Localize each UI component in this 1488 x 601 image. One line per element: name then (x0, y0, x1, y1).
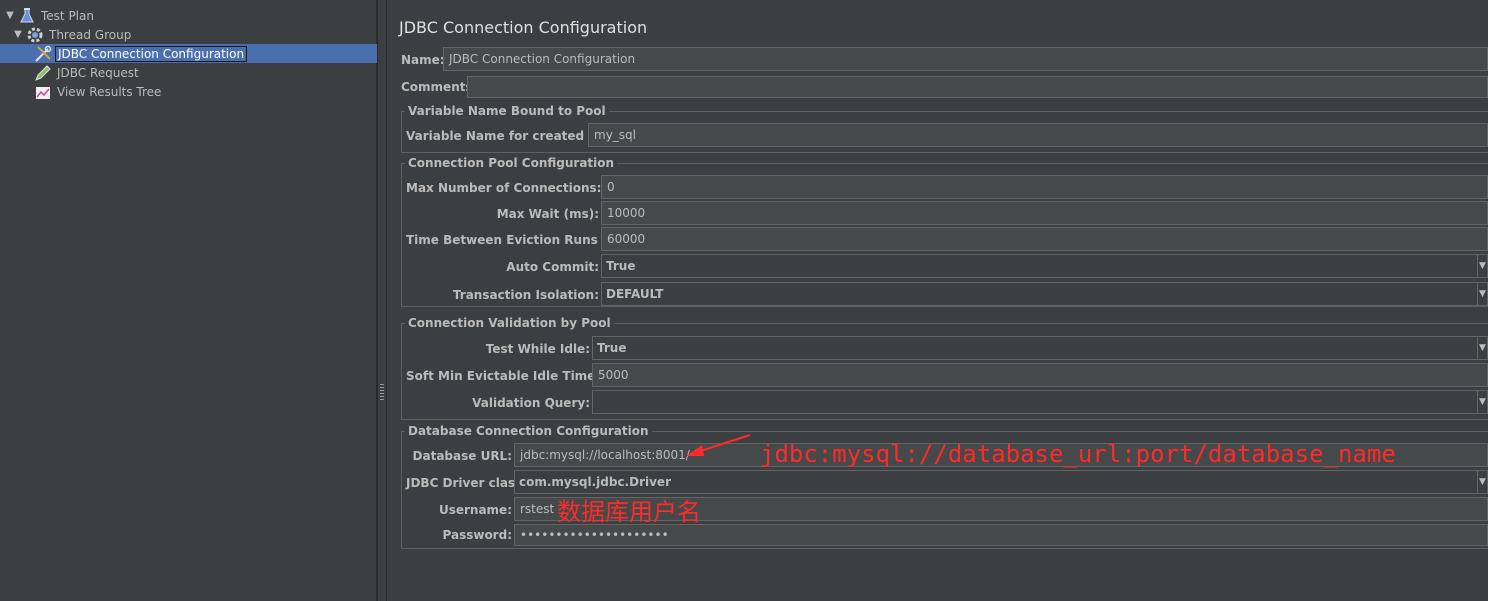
url-format-annotation: jdbc:mysql://database_url:port/database_… (760, 440, 1396, 468)
tree-item-label: Test Plan (41, 8, 94, 23)
connection-pool-group-title: Connection Pool Configuration (405, 156, 618, 170)
max-wait-label: Max Wait (ms): (496, 207, 599, 221)
jdbc-driver-class-label: JDBC Driver class: (406, 476, 528, 490)
validation-query-select[interactable]: ▼ (592, 390, 1488, 414)
tree-item-label: View Results Tree (57, 84, 162, 99)
max-connections-field[interactable]: 0 (601, 175, 1488, 199)
splitter-grip-icon[interactable] (380, 384, 384, 400)
tree-item-label: JDBC Request (57, 65, 139, 80)
soft-min-evictable-label: Soft Min Evictable Idle Time(ms): (406, 369, 631, 383)
test-plan-tree: ▼ Test Plan ▼ Thread Group JDBC Connecti… (0, 0, 377, 601)
panel-splitter[interactable] (377, 0, 387, 601)
name-label: Name: (401, 53, 445, 67)
chevron-down-icon[interactable]: ▼ (1477, 283, 1487, 305)
comments-field[interactable] (467, 76, 1488, 98)
auto-commit-value: True (606, 259, 636, 273)
tree-item-thread-group[interactable]: ▼ Thread Group (12, 25, 133, 44)
config-panel: JDBC Connection Configuration Name: JDBC… (388, 0, 1488, 601)
tree-item-label: JDBC Connection Configuration (55, 45, 248, 62)
eviction-runs-label: Time Between Eviction Runs (ms): (406, 233, 638, 247)
chevron-down-icon[interactable]: ▼ (1477, 391, 1487, 413)
test-while-idle-value: True (597, 341, 627, 355)
validation-query-label: Validation Query: (472, 396, 590, 410)
wrench-icon (34, 45, 52, 63)
tree-item-jdbc-request[interactable]: JDBC Request (34, 63, 141, 82)
jdbc-driver-class-select[interactable]: com.mysql.jdbc.Driver ▼ (514, 470, 1488, 494)
tree-item-label: Thread Group (49, 27, 132, 42)
soft-min-evictable-field[interactable]: 5000 (592, 363, 1488, 387)
transaction-isolation-value: DEFAULT (606, 287, 664, 301)
database-connection-group-title: Database Connection Configuration (405, 424, 652, 438)
transaction-isolation-select[interactable]: DEFAULT ▼ (601, 282, 1488, 306)
name-field[interactable]: JDBC Connection Configuration (443, 47, 1488, 71)
jdbc-driver-class-value: com.mysql.jdbc.Driver (519, 475, 671, 489)
variable-name-field[interactable]: my_sql (588, 123, 1488, 147)
tree-item-jdbc-connection-configuration[interactable]: JDBC Connection Configuration (34, 44, 248, 63)
username-label: Username: (438, 503, 512, 517)
gear-icon (26, 26, 44, 44)
test-while-idle-select[interactable]: True ▼ (592, 336, 1488, 360)
max-wait-field[interactable]: 10000 (601, 201, 1488, 225)
annotation-arrow-icon (686, 434, 751, 456)
transaction-isolation-label: Transaction Isolation: (452, 288, 599, 302)
chevron-down-icon[interactable]: ▼ (1477, 255, 1487, 277)
comments-label: Comments: (401, 80, 478, 94)
test-while-idle-label: Test While Idle: (485, 342, 590, 356)
connection-validation-group-title: Connection Validation by Pool (405, 316, 614, 330)
expand-arrow-icon[interactable]: ▼ (12, 29, 24, 40)
chart-icon (34, 83, 52, 101)
tree-item-test-plan[interactable]: ▼ Test Plan (4, 6, 96, 25)
expand-arrow-icon[interactable]: ▼ (4, 10, 16, 21)
eviction-runs-field[interactable]: 60000 (601, 227, 1488, 251)
chevron-down-icon[interactable]: ▼ (1477, 471, 1487, 493)
password-field[interactable]: ••••••••••••••••••••• (514, 524, 1488, 546)
password-label: Password: (442, 528, 513, 542)
chevron-down-icon[interactable]: ▼ (1477, 337, 1487, 359)
auto-commit-select[interactable]: True ▼ (601, 254, 1488, 278)
variable-name-group-title: Variable Name Bound to Pool (405, 104, 609, 118)
auto-commit-label: Auto Commit: (506, 260, 599, 274)
tree-item-view-results-tree[interactable]: View Results Tree (34, 82, 163, 101)
database-url-label: Database URL: (412, 449, 512, 463)
username-annotation: 数据库用户名 (557, 498, 701, 526)
pen-icon (34, 64, 52, 82)
max-connections-label: Max Number of Connections: (406, 181, 602, 195)
page-title: JDBC Connection Configuration (399, 18, 648, 37)
flask-icon (18, 7, 36, 25)
